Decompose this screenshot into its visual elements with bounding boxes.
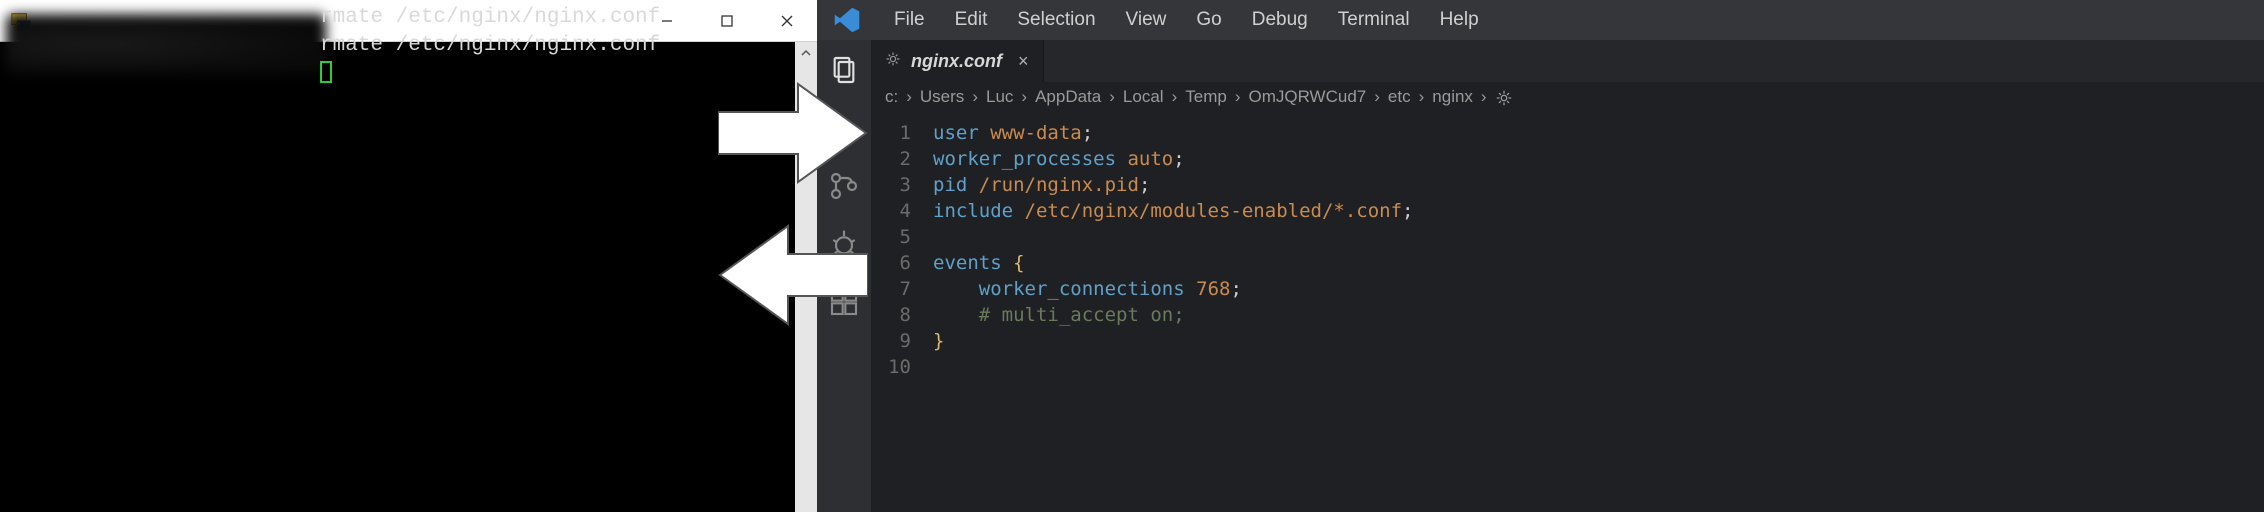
tab-bar: nginx.conf × xyxy=(871,40,2264,82)
breadcrumb[interactable]: c:› Users› Luc› AppData› Local› Temp› Om… xyxy=(871,82,2264,112)
terminal-body[interactable]: rmate /etc/nginx/nginx.conf rmate /etc/n… xyxy=(0,42,817,512)
gear-icon xyxy=(1495,87,1513,107)
code-content[interactable]: user www-data; worker_processes auto; pi… xyxy=(925,112,2264,512)
line-number: 9 xyxy=(871,328,911,354)
chevron-right-icon: › xyxy=(1015,87,1033,107)
line-number: 5 xyxy=(871,224,911,250)
terminal-line: rmate /etc/nginx/nginx.conf xyxy=(320,32,660,60)
chevron-right-icon: › xyxy=(1166,87,1184,107)
tabbar-fill xyxy=(1044,40,2264,82)
vscode-logo-icon xyxy=(833,6,861,34)
terminal-cursor xyxy=(320,61,332,83)
terminal-line: rmate /etc/nginx/nginx.conf xyxy=(320,4,660,32)
line-number: 1 xyxy=(871,120,911,146)
crumb[interactable]: nginx xyxy=(1432,87,1473,107)
crumb[interactable]: Temp xyxy=(1185,87,1227,107)
line-number: 10 xyxy=(871,354,911,380)
chevron-right-icon: › xyxy=(1475,87,1493,107)
crumb[interactable]: c: xyxy=(885,87,898,107)
crumb[interactable]: Luc xyxy=(986,87,1013,107)
vscode-window: File Edit Selection View Go Debug Termin… xyxy=(817,0,2264,512)
chevron-right-icon: › xyxy=(1368,87,1386,107)
crumb[interactable]: OmJQRWCud7 xyxy=(1248,87,1366,107)
menu-file[interactable]: File xyxy=(879,0,940,40)
menu-terminal[interactable]: Terminal xyxy=(1323,0,1425,40)
tab-close-icon[interactable]: × xyxy=(1012,51,1029,72)
crumb[interactable]: Users xyxy=(920,87,964,107)
menu-go[interactable]: Go xyxy=(1181,0,1236,40)
chevron-right-icon: › xyxy=(1413,87,1431,107)
menu-debug[interactable]: Debug xyxy=(1237,0,1323,40)
line-number: 7 xyxy=(871,276,911,302)
line-number: 2 xyxy=(871,146,911,172)
line-number: 6 xyxy=(871,250,911,276)
line-number: 3 xyxy=(871,172,911,198)
line-number-gutter: 1 2 3 4 5 6 7 8 9 10 xyxy=(871,112,925,512)
crumb[interactable]: AppData xyxy=(1035,87,1101,107)
menubar: File Edit Selection View Go Debug Termin… xyxy=(817,0,2264,40)
chevron-right-icon: › xyxy=(1103,87,1121,107)
menu-edit[interactable]: Edit xyxy=(940,0,1003,40)
line-number: 8 xyxy=(871,302,911,328)
close-button[interactable] xyxy=(757,0,817,41)
crumb[interactable]: Local xyxy=(1123,87,1164,107)
menu-view[interactable]: View xyxy=(1111,0,1182,40)
editor-area: nginx.conf × c:› Users› Luc› AppData› Lo… xyxy=(871,40,2264,512)
menu-selection[interactable]: Selection xyxy=(1002,0,1110,40)
blurred-region xyxy=(6,14,326,74)
crumb[interactable]: etc xyxy=(1388,87,1411,107)
code-editor[interactable]: 1 2 3 4 5 6 7 8 9 10 user www-data; work… xyxy=(871,112,2264,512)
arrow-right-icon xyxy=(718,78,868,188)
line-number: 4 xyxy=(871,198,911,224)
chevron-right-icon: › xyxy=(1229,87,1247,107)
gear-icon xyxy=(885,51,901,72)
maximize-button[interactable] xyxy=(697,0,757,41)
scroll-up-icon[interactable] xyxy=(795,42,817,64)
terminal-window: rmate /etc/nginx/nginx.conf rmate /etc/n… xyxy=(0,0,817,512)
arrow-left-icon xyxy=(718,220,868,330)
menu-help[interactable]: Help xyxy=(1425,0,1494,40)
tab-filename: nginx.conf xyxy=(911,51,1002,72)
chevron-right-icon: › xyxy=(900,87,918,107)
tab-nginx-conf[interactable]: nginx.conf × xyxy=(871,40,1044,82)
chevron-right-icon: › xyxy=(966,87,984,107)
